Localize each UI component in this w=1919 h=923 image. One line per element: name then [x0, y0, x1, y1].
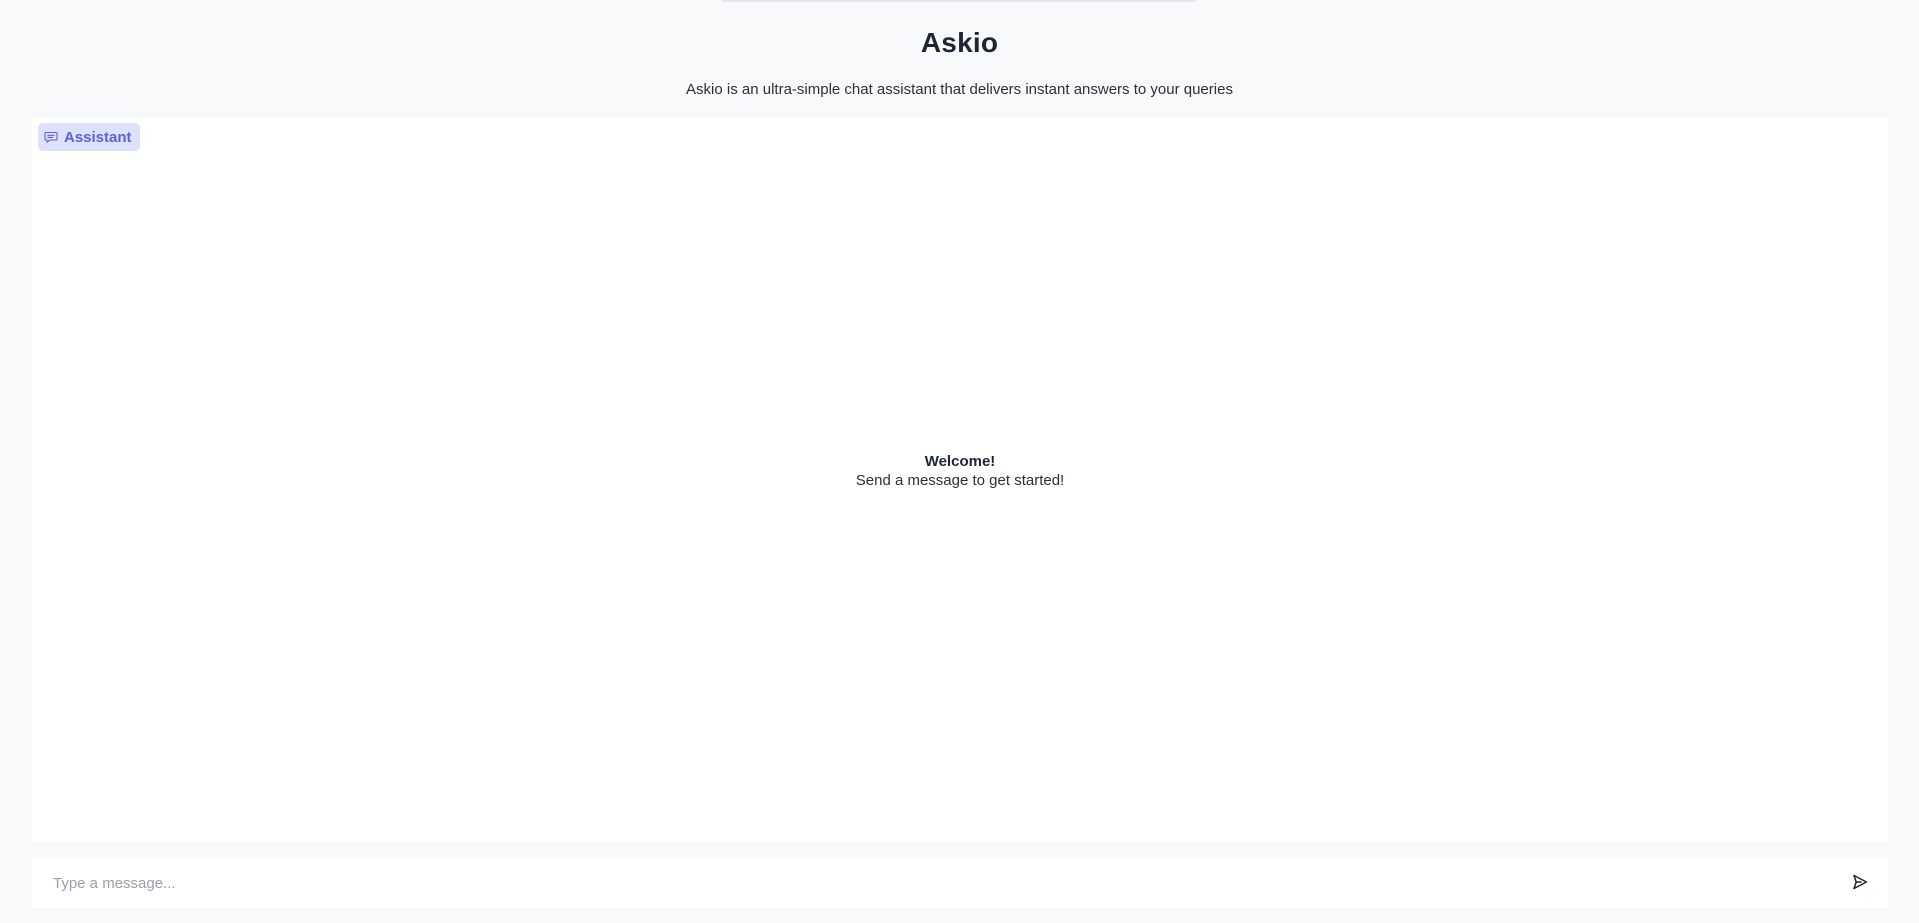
welcome-title: Welcome!: [924, 453, 996, 470]
chat-panel: Assistant Welcome! Send a message to get…: [32, 117, 1888, 842]
message-input[interactable]: [32, 858, 1840, 908]
page-title: Askio: [920, 27, 999, 58]
page-subtitle: Askio is an ultra-simple chat assistant …: [686, 81, 1233, 98]
welcome-message: Welcome! Send a message to get started!: [32, 452, 1888, 490]
welcome-text: Send a message to get started!: [855, 472, 1065, 489]
send-button[interactable]: [1840, 863, 1880, 903]
top-drag-handle: [722, 0, 1196, 2]
message-composer: [32, 858, 1888, 908]
chat-bubble-icon: [44, 130, 58, 144]
assistant-badge: Assistant: [38, 123, 140, 151]
assistant-label: Assistant: [64, 128, 132, 146]
send-icon: [1851, 873, 1869, 894]
